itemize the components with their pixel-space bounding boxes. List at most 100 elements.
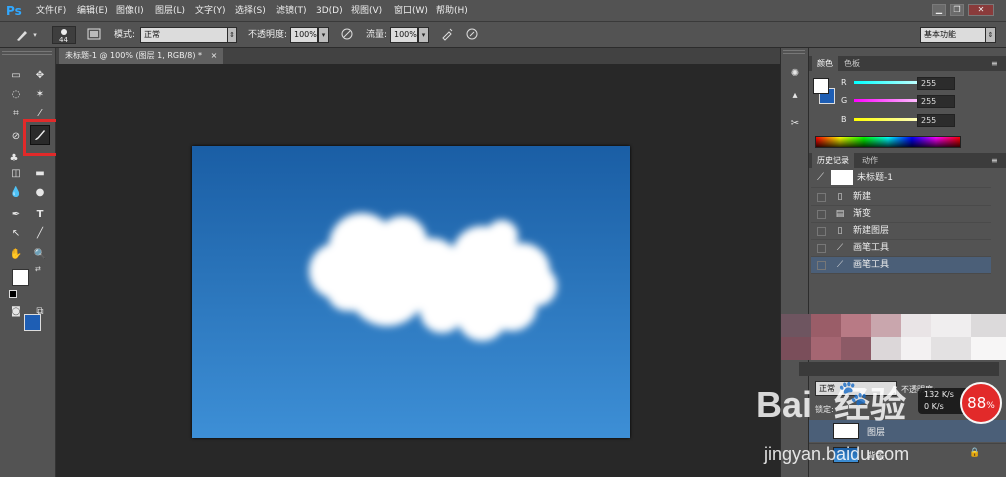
chevron-updown-icon[interactable]: ⇕	[985, 27, 996, 43]
history-source-checkbox[interactable]	[817, 210, 826, 219]
mode-label: 模式:	[114, 30, 136, 40]
brush-icon: ⟋	[836, 260, 844, 270]
history-item-selected[interactable]: ⟋ 画笔工具	[811, 257, 991, 274]
channel-b-value[interactable]: 255	[917, 114, 955, 127]
channel-g-value[interactable]: 255	[917, 95, 955, 108]
chevron-down-icon[interactable]: ▾	[318, 27, 329, 43]
menu-help[interactable]: 帮助(H)	[436, 5, 468, 17]
minimize-button[interactable]: ▁	[932, 4, 946, 16]
dodge-tool-icon[interactable]: ●	[32, 185, 48, 201]
zoom-tool-icon[interactable]: 🔍	[32, 247, 48, 263]
brush-tip-icon	[61, 29, 67, 35]
tab-actions[interactable]: 动作	[857, 153, 883, 168]
paw-icon: 🐾	[838, 379, 868, 407]
document-canvas[interactable]	[192, 146, 630, 438]
document-tab-title: 未标题-1 @ 100% (图层 1, RGB/8) *	[65, 51, 203, 60]
tab-swatches[interactable]: 色板	[839, 56, 865, 71]
toolbox-grip[interactable]	[2, 51, 52, 55]
path-selection-tool-icon[interactable]: ↖	[8, 226, 24, 242]
adjustments-icon[interactable]: ✺	[787, 66, 803, 82]
mode-select[interactable]: 正常	[140, 27, 237, 43]
watermark-logo: Bai 经验	[756, 376, 906, 428]
panel-menu-icon[interactable]: ≡	[991, 156, 1003, 165]
marquee-tool-icon[interactable]: ▭	[8, 68, 24, 84]
magic-wand-tool-icon[interactable]: ✶	[32, 87, 48, 103]
menu-view[interactable]: 视图(V)	[351, 5, 382, 17]
menu-layer[interactable]: 图层(L)	[155, 5, 185, 17]
history-item[interactable]: ▤ 渐变	[811, 206, 991, 223]
line-tool-icon[interactable]: ╱	[32, 226, 48, 242]
history-snapshot[interactable]: ⟋ 未标题-1	[811, 168, 991, 188]
brush-panel-toggle-icon[interactable]	[86, 27, 102, 43]
pressure-opacity-icon[interactable]	[339, 27, 355, 43]
quick-mask-icon[interactable]: ◙	[8, 304, 24, 320]
options-bar: ▾ 44 模式: 正常 ⇕ 不透明度: 100% ▾ 流量: 100% ▾ 基本…	[0, 22, 1006, 48]
history-source-checkbox[interactable]	[817, 261, 826, 270]
airbrush-icon[interactable]	[439, 27, 455, 43]
history-item[interactable]: ▯ 新建	[811, 189, 991, 206]
restore-button[interactable]: ❐	[950, 4, 964, 16]
lasso-tool-icon[interactable]: ◌	[8, 87, 24, 103]
history-source-checkbox[interactable]	[817, 227, 826, 236]
chevron-updown-icon[interactable]: ⇕	[227, 27, 237, 43]
foreground-color-swatch[interactable]	[12, 269, 29, 286]
channel-b-label: B	[841, 115, 847, 124]
dock-grip[interactable]	[783, 50, 805, 54]
percent-value: 88	[967, 394, 987, 412]
type-tool-icon[interactable]: T	[32, 207, 48, 223]
chevron-down-icon[interactable]: ▾	[30, 27, 40, 43]
healing-brush-tool-icon[interactable]: ⊘	[8, 129, 24, 145]
eraser-tool-icon[interactable]: ◫	[8, 166, 24, 182]
default-colors-icon[interactable]	[9, 290, 17, 298]
photoshop-logo: Ps	[6, 4, 22, 18]
tools-preset-icon[interactable]: ✂	[787, 116, 803, 132]
brush-icon: ⟋	[836, 243, 844, 253]
document-tab[interactable]: 未标题-1 @ 100% (图层 1, RGB/8) * ×	[59, 48, 224, 64]
history-item-label: 画笔工具	[853, 260, 890, 270]
menu-select[interactable]: 选择(S)	[235, 5, 266, 17]
flow-input[interactable]: 100%	[390, 27, 418, 43]
histogram-icon[interactable]: ▴	[787, 88, 803, 104]
pen-tool-icon[interactable]: ✒	[8, 207, 24, 223]
menu-type[interactable]: 文字(Y)	[195, 5, 226, 17]
panel-menu-icon[interactable]: ≡	[991, 59, 1003, 68]
crop-tool-icon[interactable]: ⌗	[8, 106, 24, 122]
pressure-size-icon[interactable]	[464, 27, 480, 43]
history-source-checkbox[interactable]	[817, 193, 826, 202]
close-button[interactable]: ✕	[968, 4, 994, 16]
menu-image[interactable]: 图像(I)	[116, 5, 144, 17]
redacted-mosaic	[781, 314, 1006, 360]
move-tool-icon[interactable]: ✥	[32, 68, 48, 84]
snapshot-label: 未标题-1	[857, 173, 893, 183]
stamp-tool-icon[interactable]: ♣	[8, 151, 20, 167]
gradient-tool-icon[interactable]: ▬	[32, 166, 48, 182]
brush-size-picker[interactable]: 44	[52, 26, 76, 44]
menu-file[interactable]: 文件(F)	[36, 5, 66, 17]
history-item[interactable]: ▯ 新建图层	[811, 223, 991, 240]
brush-preset-icon[interactable]	[14, 27, 30, 43]
swap-colors-icon[interactable]: ⇄	[35, 265, 43, 273]
history-item-label: 新建	[853, 192, 872, 202]
close-icon[interactable]: ×	[211, 51, 218, 60]
menu-window[interactable]: 窗口(W)	[394, 5, 428, 17]
document-icon: ▯	[837, 192, 843, 202]
hand-tool-icon[interactable]: ✋	[8, 247, 24, 263]
menu-edit[interactable]: 编辑(E)	[77, 5, 108, 17]
history-brush-source-icon[interactable]: ⟋	[817, 172, 829, 184]
blur-tool-icon[interactable]: 💧	[8, 185, 24, 201]
lock-icon: 🔒	[969, 448, 981, 458]
tab-color[interactable]: 颜色	[812, 56, 838, 71]
screen-mode-icon[interactable]: ⧉	[32, 304, 48, 320]
upload-speed: 132 K/s	[924, 390, 954, 399]
color-spectrum-ramp[interactable]	[815, 136, 961, 148]
opacity-input[interactable]: 100%	[290, 27, 318, 43]
panel-foreground-swatch[interactable]	[813, 78, 829, 94]
menu-3d[interactable]: 3D(D)	[316, 5, 343, 17]
history-item[interactable]: ⟋ 画笔工具	[811, 240, 991, 257]
channel-r-value[interactable]: 255	[917, 77, 955, 90]
document-icon: ▯	[837, 226, 843, 236]
history-source-checkbox[interactable]	[817, 244, 826, 253]
chevron-down-icon[interactable]: ▾	[418, 27, 429, 43]
menu-filter[interactable]: 滤镜(T)	[276, 5, 307, 17]
tab-history[interactable]: 历史记录	[812, 153, 854, 168]
